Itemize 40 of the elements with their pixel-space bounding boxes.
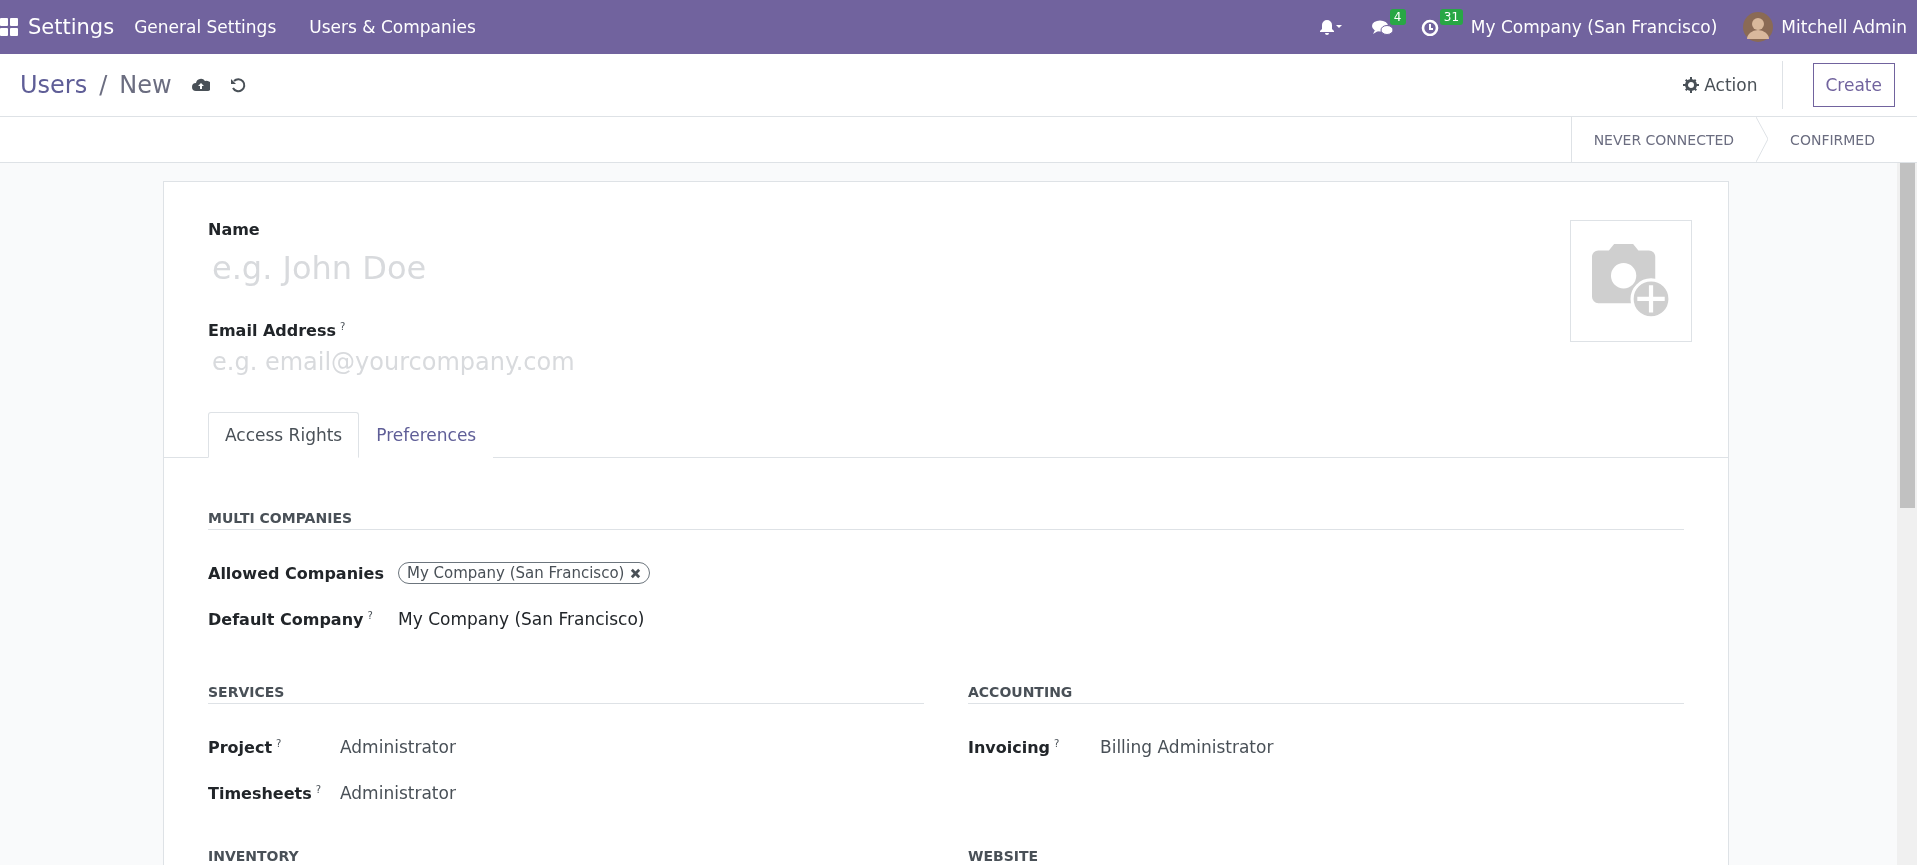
breadcrumb-item[interactable]: Users [20, 71, 88, 99]
remove-icon [630, 567, 642, 579]
field-label: Timesheets $^{?}$ [208, 783, 323, 803]
field-value[interactable]: Billing Administrator [1100, 737, 1274, 758]
apps-menu-icon[interactable] [0, 18, 18, 36]
field-value[interactable]: Administrator [340, 783, 456, 804]
count-badge: 31 [1439, 9, 1464, 25]
status-stage[interactable]: NEVER CONNECTED [1570, 117, 1757, 162]
field-label: Invoicing $^{?}$ [968, 737, 1061, 757]
create-button[interactable]: Create [1812, 63, 1895, 107]
action-menu[interactable]: Action [1704, 75, 1758, 95]
form-tab[interactable]: Access Rights [208, 412, 360, 459]
status-stage[interactable]: CONFIRMED [1768, 117, 1897, 162]
field-label: Allowed Companies [208, 563, 385, 583]
menu-item[interactable]: General Settings [134, 17, 277, 37]
section-heading: ACCOUNTING [968, 684, 1684, 705]
field-value[interactable]: Administrator [340, 737, 456, 758]
field-label: Name [208, 220, 261, 239]
section-heading: SERVICES [208, 684, 924, 705]
user-name[interactable]: Mitchell Admin [1781, 17, 1907, 37]
cloud-upload-icon[interactable] [191, 77, 210, 93]
gear-icon [1683, 77, 1700, 93]
menu-item[interactable]: Users & Companies [309, 17, 476, 37]
section-heading: INVENTORY [208, 848, 924, 865]
scrollbar[interactable] [1897, 163, 1917, 865]
company-switcher[interactable]: My Company (San Francisco) [1470, 17, 1718, 37]
section-heading: WEBSITE [968, 848, 1684, 865]
count-badge: 4 [1389, 9, 1406, 25]
app-name[interactable]: Settings [28, 15, 115, 39]
field-value[interactable]: My Company (San Francisco) [398, 609, 645, 630]
breadcrumb-separator: / [99, 71, 108, 99]
field-label: Project $^{?}$ [208, 737, 283, 757]
breadcrumb-item: New [119, 71, 172, 99]
field-label: Default Company $^{?}$ [208, 609, 374, 629]
section-heading: MULTI COMPANIES [208, 510, 1684, 531]
bell-icon[interactable] [1318, 18, 1343, 36]
undo-icon[interactable] [229, 77, 246, 93]
field-label: Email Address $^{?}$ [208, 321, 347, 341]
user-avatar-icon [1743, 12, 1774, 42]
chat-icon[interactable] [1370, 18, 1393, 36]
